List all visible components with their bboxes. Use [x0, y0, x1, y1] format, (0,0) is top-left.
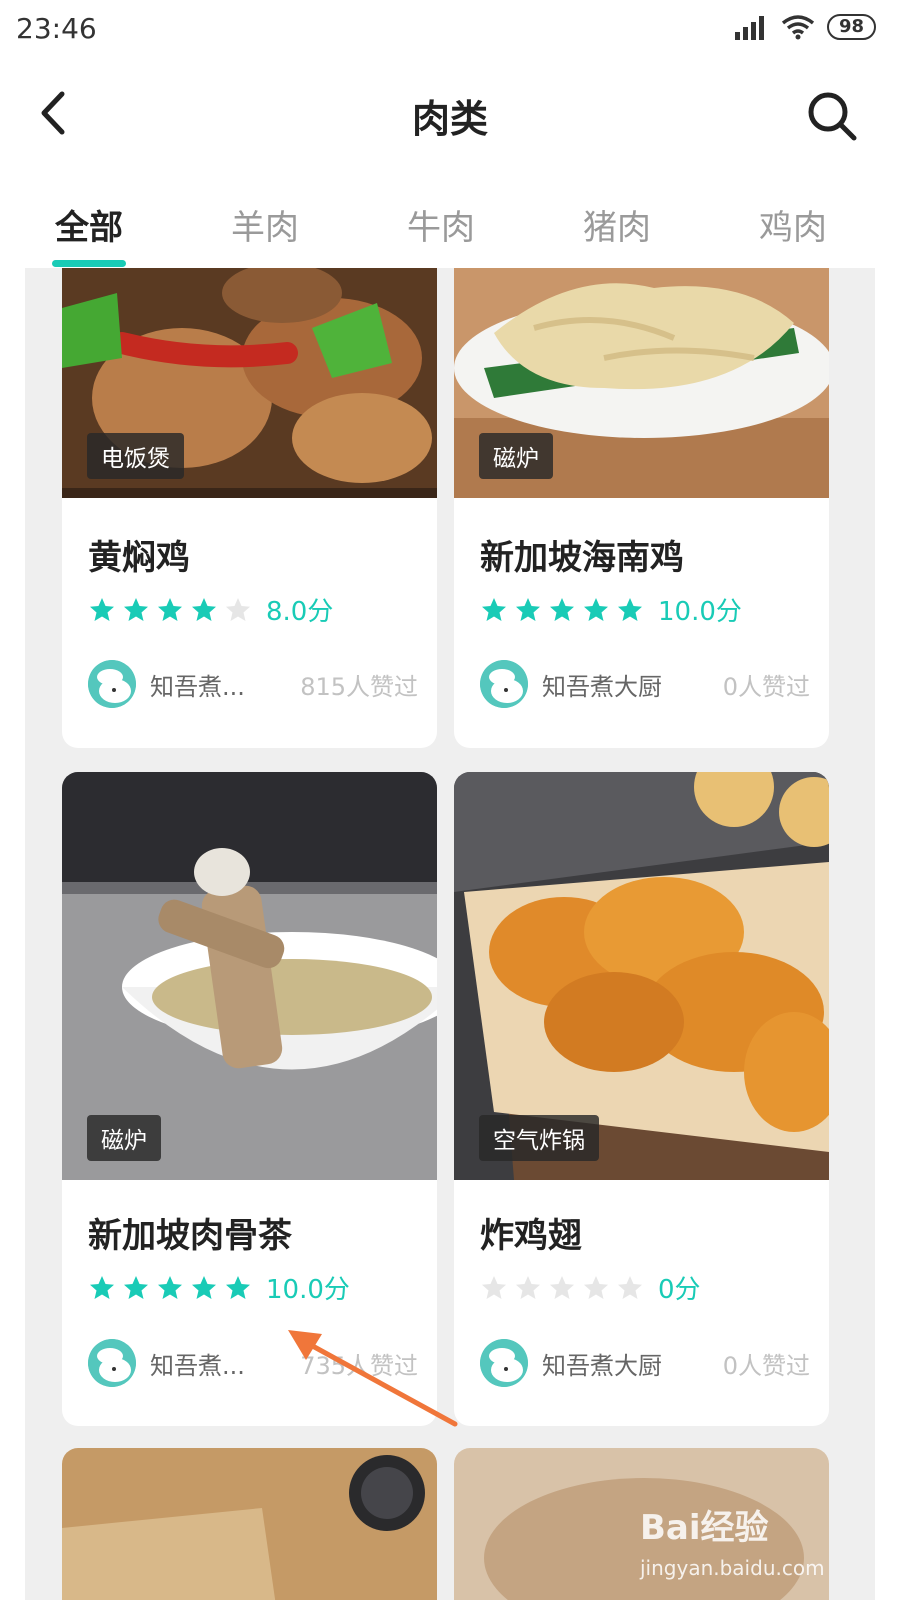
header: 肉类 — [0, 72, 900, 162]
author-name[interactable]: 知吾煮... — [150, 1346, 245, 1381]
recipe-title: 新加坡肉骨茶 — [88, 1216, 292, 1256]
tab-mutton[interactable]: 羊肉 — [205, 200, 325, 249]
star-empty-icon — [482, 1275, 506, 1299]
tab-pork[interactable]: 猪肉 — [557, 200, 677, 249]
recipe-title: 炸鸡翅 — [480, 1216, 582, 1256]
avatar[interactable] — [88, 660, 136, 708]
rating-row: 10.0分 — [88, 1269, 350, 1306]
likes-count: 815人赞过 — [300, 672, 418, 701]
watermark: Bai经验 jingyan.baidu.com — [640, 1490, 870, 1590]
star-filled-icon — [482, 597, 506, 621]
star-empty-icon — [226, 597, 250, 621]
category-tabs: 全部 羊肉 牛肉 猪肉 鸡肉 — [0, 180, 900, 270]
recipe-card[interactable]: 空气炸锅 炸鸡翅 0分 知吾煮大厨 0人赞过 — [454, 772, 829, 1426]
page-title: 肉类 — [411, 97, 488, 141]
tab-chicken[interactable]: 鸡肉 — [733, 200, 853, 249]
star-rating — [88, 1274, 252, 1302]
chef-avatar-icon — [88, 1339, 136, 1387]
avatar[interactable] — [480, 660, 528, 708]
star-filled-icon — [226, 1275, 250, 1299]
star-filled-icon — [124, 597, 148, 621]
tab-all[interactable]: 全部 — [29, 200, 149, 249]
status-time: 23:46 — [16, 12, 97, 45]
star-empty-icon — [516, 1275, 540, 1299]
recipe-title: 新加坡海南鸡 — [480, 538, 684, 578]
recipe-image: 电饭煲 — [62, 268, 437, 498]
chef-avatar-icon — [88, 660, 136, 708]
likes-count: 0人赞过 — [722, 672, 810, 701]
star-rating — [480, 1274, 644, 1302]
appliance-tag: 空气炸锅 — [479, 1115, 599, 1161]
star-empty-icon — [584, 1275, 608, 1299]
signal-icon — [734, 16, 764, 40]
star-filled-icon — [584, 597, 608, 621]
appliance-tag: 磁炉 — [87, 1115, 161, 1161]
rating-row: 8.0分 — [88, 591, 333, 628]
chef-avatar-icon — [480, 660, 528, 708]
star-filled-icon — [90, 597, 114, 621]
recipe-image: 磁炉 — [62, 772, 437, 1180]
author-name[interactable]: 知吾煮... — [150, 667, 245, 702]
tab-beef[interactable]: 牛肉 — [381, 200, 501, 249]
star-filled-icon — [516, 597, 540, 621]
likes-count: 0人赞过 — [722, 1351, 810, 1380]
battery-icon: 98 — [826, 14, 876, 40]
author-row: 知吾煮大厨 0人赞过 — [480, 660, 810, 708]
star-rating — [480, 596, 644, 624]
tab-indicator — [52, 260, 126, 267]
recipe-image: 磁炉 — [454, 268, 829, 498]
rating-row: 10.0分 — [480, 591, 742, 628]
score-text: 8.0分 — [266, 597, 334, 627]
star-rating — [88, 596, 252, 624]
author-name[interactable]: 知吾煮大厨 — [542, 1346, 662, 1381]
star-filled-icon — [550, 597, 574, 621]
star-empty-icon — [550, 1275, 574, 1299]
score-text: 0分 — [658, 1275, 701, 1305]
status-icons: 98 — [734, 14, 876, 40]
status-bar: 23:46 98 — [0, 0, 900, 62]
appliance-tag: 磁炉 — [479, 433, 553, 479]
recipe-image: 空气炸锅 — [454, 772, 829, 1180]
author-name[interactable]: 知吾煮大厨 — [542, 667, 662, 702]
appliance-tag: 电饭煲 — [87, 433, 184, 479]
chef-avatar-icon — [480, 1339, 528, 1387]
recipe-card[interactable] — [62, 1448, 437, 1600]
star-filled-icon — [124, 1275, 148, 1299]
star-filled-icon — [192, 597, 216, 621]
star-filled-icon — [192, 1275, 216, 1299]
star-filled-icon — [158, 1275, 182, 1299]
score-text: 10.0分 — [266, 1275, 350, 1305]
watermark-url: jingyan.baidu.com — [640, 1556, 825, 1580]
star-empty-icon — [618, 1275, 642, 1299]
search-button[interactable] — [804, 88, 860, 144]
search-icon — [808, 92, 857, 141]
avatar[interactable] — [88, 1339, 136, 1387]
watermark-logo: Bai经验 — [640, 1508, 769, 1548]
author-row: 知吾煮大厨 0人赞过 — [480, 1339, 810, 1387]
recipe-card[interactable]: 电饭煲 黄焖鸡 8.0分 知吾煮... 815人赞过 — [62, 268, 437, 748]
wifi-icon — [781, 15, 815, 40]
recipe-image — [62, 1448, 437, 1600]
star-filled-icon — [618, 597, 642, 621]
star-filled-icon — [158, 597, 182, 621]
rating-row: 0分 — [480, 1269, 701, 1306]
recipe-title: 黄焖鸡 — [88, 538, 190, 578]
author-row: 知吾煮... 815人赞过 — [88, 660, 418, 708]
recipe-card[interactable]: 磁炉 新加坡海南鸡 10.0分 知吾煮大厨 0人赞过 — [454, 268, 829, 748]
annotation-arrow — [288, 1330, 458, 1427]
avatar[interactable] — [480, 1339, 528, 1387]
score-text: 10.0分 — [658, 597, 742, 627]
star-filled-icon — [90, 1275, 114, 1299]
